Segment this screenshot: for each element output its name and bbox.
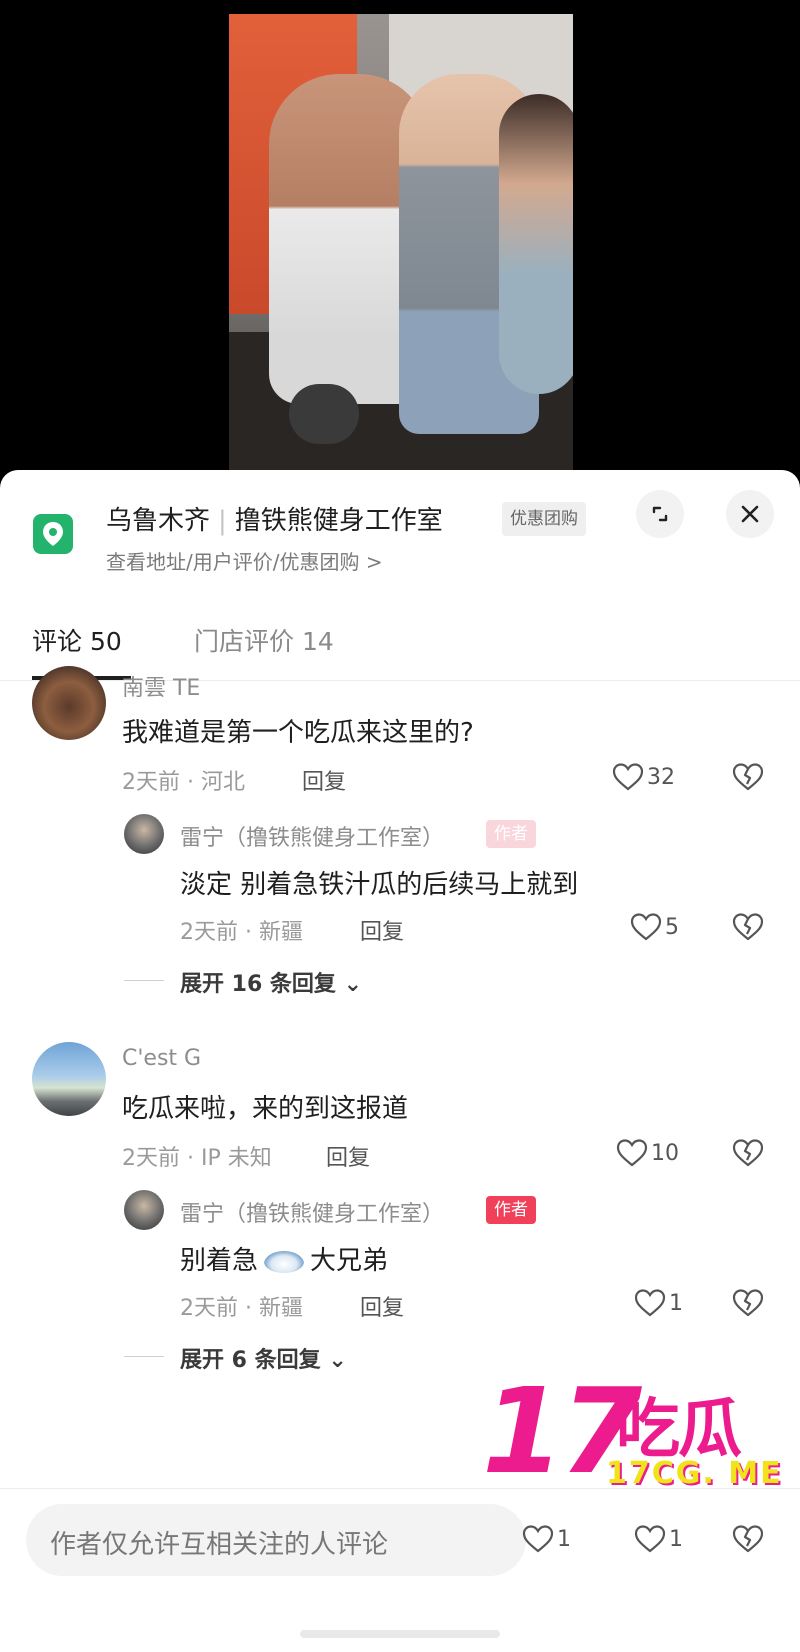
- dislike-button[interactable]: [732, 1524, 764, 1558]
- expand-replies-label: 展开 6 条回复: [180, 1348, 321, 1373]
- avatar[interactable]: [32, 1042, 106, 1116]
- location-subtitle-link[interactable]: 查看地址/用户评价/优惠团购 >: [106, 546, 383, 575]
- chevron-down-icon: ⌄: [343, 972, 363, 997]
- comment-meta: 2天前 · 河北: [122, 770, 245, 795]
- expand-replies-button[interactable]: 展开 6 条回复 ⌄: [180, 1342, 347, 1374]
- like-button[interactable]: 5: [630, 910, 679, 944]
- reply-avatar[interactable]: [124, 814, 164, 854]
- heart-icon: [616, 1139, 648, 1167]
- reply-button[interactable]: 回复: [360, 914, 404, 946]
- location-pin-icon[interactable]: [33, 514, 73, 554]
- like-button[interactable]: 32: [612, 760, 675, 794]
- reply-meta: 2天前 · 新疆: [180, 1296, 303, 1321]
- reply-avatar[interactable]: [124, 1190, 164, 1230]
- like-button[interactable]: 1: [522, 1522, 571, 1556]
- reply-text: 别着急 大兄弟: [180, 1240, 388, 1277]
- reply-button[interactable]: 回复: [360, 1290, 404, 1322]
- chevron-down-icon: ⌄: [328, 1348, 347, 1373]
- reply-username[interactable]: 雷宁（撸铁熊健身工作室）: [180, 1196, 444, 1228]
- broken-heart-icon: [732, 913, 764, 941]
- close-button[interactable]: [726, 490, 774, 538]
- broken-heart-icon: [732, 763, 764, 791]
- heart-icon: [634, 1289, 666, 1317]
- dislike-button[interactable]: [732, 1138, 764, 1172]
- reply-button[interactable]: 回复: [326, 1140, 370, 1172]
- video-player[interactable]: [0, 0, 800, 478]
- tab-store-reviews[interactable]: 门店评价 14: [194, 622, 334, 658]
- location-city: 乌鲁木齐: [106, 506, 211, 536]
- reply-username[interactable]: 雷宁（撸铁熊健身工作室）: [180, 820, 444, 852]
- expand-replies-button[interactable]: 展开 16 条回复 ⌄: [180, 966, 362, 998]
- expand-icon: [652, 506, 668, 522]
- title-separator: |: [218, 506, 227, 536]
- like-count: 1: [669, 1526, 683, 1552]
- like-count: 1: [669, 1290, 683, 1316]
- expand-replies-label: 展开 16 条回复: [180, 972, 336, 997]
- heart-icon: [634, 1525, 666, 1553]
- broken-heart-icon: [732, 1289, 764, 1317]
- dislike-button[interactable]: [732, 912, 764, 946]
- location-store: 撸铁熊健身工作室: [234, 506, 443, 536]
- like-button[interactable]: 1: [634, 1522, 683, 1556]
- like-count: 10: [651, 1140, 679, 1166]
- like-count: 32: [647, 764, 675, 790]
- heart-icon: [612, 763, 644, 791]
- author-badge: 作者: [486, 1196, 536, 1224]
- tab-divider: [0, 680, 800, 681]
- close-icon: [741, 505, 759, 523]
- watermark-domain: 17CG. ME: [606, 1456, 783, 1491]
- like-count: 5: [665, 914, 679, 940]
- reply-button[interactable]: 回复: [302, 764, 346, 796]
- dislike-button[interactable]: [732, 762, 764, 796]
- heart-icon: [630, 913, 662, 941]
- comment-input-placeholder: 作者仅允许互相关注的人评论: [50, 1530, 389, 1560]
- author-badge: 作者: [486, 820, 536, 848]
- comment-username[interactable]: C'est G: [122, 1046, 201, 1071]
- expand-button[interactable]: [636, 490, 684, 538]
- expand-divider: [124, 980, 164, 981]
- reply-text-start: 别着急: [180, 1246, 259, 1276]
- comment-meta: 2天前 · IP 未知: [122, 1146, 272, 1171]
- video-person-right: [499, 94, 573, 394]
- broken-heart-icon: [732, 1139, 764, 1167]
- heart-icon: [522, 1525, 554, 1553]
- reply-meta: 2天前 · 新疆: [180, 920, 303, 945]
- reply-text: 淡定 别着急铁汁瓜的后续马上就到: [180, 870, 579, 900]
- home-indicator[interactable]: [300, 1630, 500, 1638]
- broken-heart-icon: [732, 1525, 764, 1553]
- avatar[interactable]: [32, 666, 106, 740]
- comment-username[interactable]: 南雲 TE: [122, 670, 200, 702]
- expand-divider: [124, 1356, 164, 1357]
- tab-comments[interactable]: 评论 50: [32, 622, 122, 658]
- dislike-button[interactable]: [732, 1288, 764, 1322]
- like-count: 1: [557, 1526, 571, 1552]
- comment-text: 我难道是第一个吃瓜来这里的?: [122, 718, 474, 748]
- video-dumbbell: [289, 384, 359, 444]
- comment-input[interactable]: 作者仅允许互相关注的人评论: [26, 1504, 526, 1576]
- emoji-icon: [264, 1250, 305, 1273]
- deal-badge[interactable]: 优惠团购: [502, 502, 586, 536]
- reply-text-end: 大兄弟: [310, 1246, 389, 1276]
- like-button[interactable]: 10: [616, 1136, 679, 1170]
- comment-text: 吃瓜来啦，来的到这报道: [122, 1094, 409, 1124]
- video-frame[interactable]: [229, 14, 573, 472]
- like-button[interactable]: 1: [634, 1286, 683, 1320]
- location-title[interactable]: 乌鲁木齐 | 撸铁熊健身工作室: [106, 500, 443, 537]
